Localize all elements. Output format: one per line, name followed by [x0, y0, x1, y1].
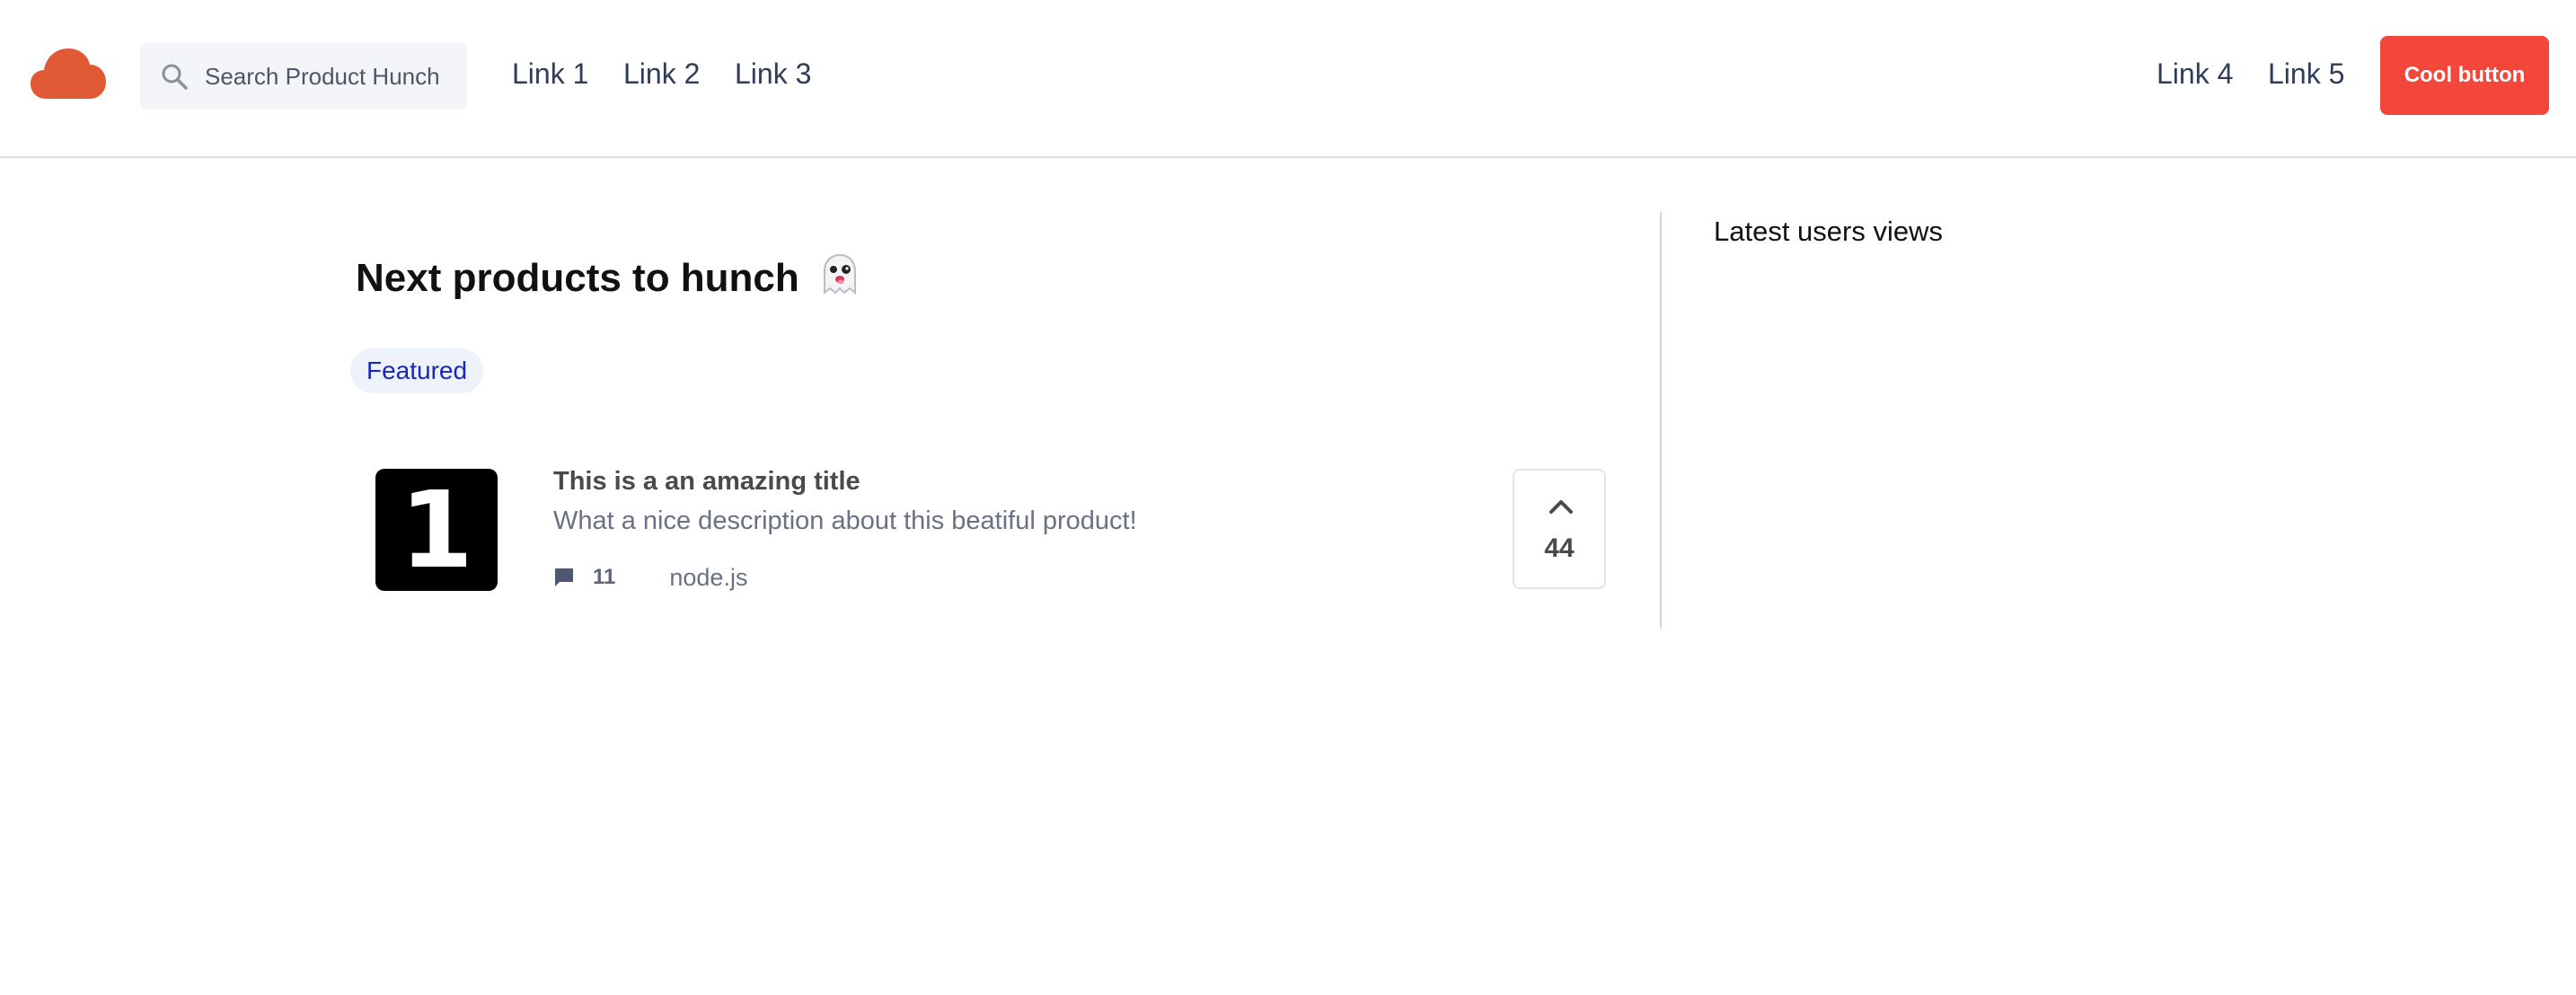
- column-divider: [1660, 212, 1662, 629]
- cloud-icon[interactable]: [31, 47, 106, 99]
- nav-link-1[interactable]: Link 1: [512, 57, 588, 91]
- page-title: Next products to hunch: [356, 250, 860, 301]
- comment-icon[interactable]: [553, 567, 575, 588]
- ghost-icon: [824, 253, 857, 295]
- nav-link-2[interactable]: Link 2: [623, 57, 700, 91]
- upvote-button[interactable]: 44: [1513, 469, 1606, 589]
- nav-link-5[interactable]: Link 5: [2268, 57, 2344, 91]
- search-input[interactable]: [203, 61, 449, 92]
- cool-button[interactable]: Cool button: [2380, 36, 2549, 115]
- search-box[interactable]: [140, 43, 467, 110]
- product-meta: 11 node.js: [553, 562, 747, 593]
- filter-featured[interactable]: Featured: [350, 348, 484, 393]
- nav-link-3[interactable]: Link 3: [735, 57, 811, 91]
- sidebar-title: Latest users views: [1714, 216, 1943, 247]
- nav-link-4[interactable]: Link 4: [2157, 57, 2233, 91]
- search-icon: [162, 64, 188, 90]
- vote-count: 44: [1544, 533, 1575, 563]
- chevron-up-icon: [1549, 500, 1573, 514]
- product-tag[interactable]: node.js: [669, 564, 747, 592]
- page-title-text: Next products to hunch: [356, 256, 799, 300]
- top-navbar: Link 1 Link 2 Link 3 Link 4 Link 5 Cool …: [0, 0, 2576, 158]
- product-description: What a nice description about this beati…: [553, 506, 1137, 535]
- comment-count[interactable]: 11: [593, 565, 615, 590]
- product-title[interactable]: This is a an amazing title: [553, 467, 860, 497]
- product-thumbnail[interactable]: 1: [375, 468, 498, 592]
